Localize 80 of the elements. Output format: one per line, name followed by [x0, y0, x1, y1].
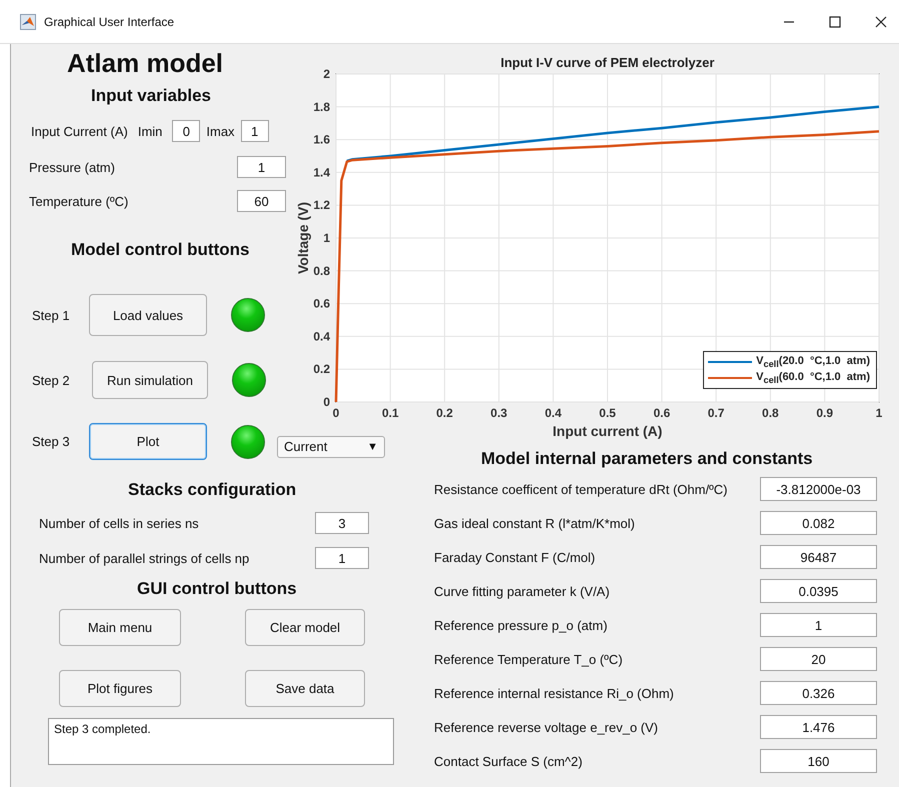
section-heading: Model internal parameters and constants: [481, 449, 813, 469]
close-icon[interactable]: [875, 16, 887, 28]
input-field[interactable]: 0.326: [760, 681, 877, 705]
x-tick-label: 0: [332, 406, 340, 420]
y-tick-label: 1.4: [313, 165, 330, 180]
x-axis-label: Input current (A): [552, 423, 662, 439]
y-tick-label: 1.6: [313, 132, 330, 147]
section-heading: Input variables: [91, 86, 211, 106]
step-button[interactable]: Run simulation: [92, 361, 208, 399]
field-label: Faraday Constant F (C/mol): [434, 550, 596, 564]
field-label: Temperature (ºC): [29, 194, 128, 208]
app-title: Atlam model: [67, 48, 224, 79]
x-tick-label: 0.1: [382, 406, 399, 420]
field-label: Imin: [138, 124, 162, 138]
window-title: Graphical User Interface: [44, 14, 176, 28]
step-label: Step 3: [31, 434, 71, 449]
step-label: Step 1: [31, 308, 71, 322]
x-tick-label: 0.3: [490, 406, 508, 420]
field-label: Imax: [206, 124, 235, 138]
control-button[interactable]: Clear model: [245, 609, 365, 646]
legend-label: V$_{cell}$(20.0 °C,1.0 atm): [756, 354, 870, 370]
field-label: Reference pressure p_o (atm): [434, 618, 608, 632]
y-tick-label: 0.4: [313, 329, 330, 344]
control-button[interactable]: Main menu: [59, 609, 181, 646]
maximize-icon[interactable]: [829, 16, 841, 28]
step-button[interactable]: Load values: [89, 294, 207, 336]
input-field[interactable]: 96487: [760, 545, 877, 569]
input-field[interactable]: 0.082: [760, 511, 877, 535]
input-field[interactable]: 0: [172, 120, 200, 142]
section-heading: GUI control buttons: [137, 579, 297, 599]
input-field[interactable]: 0.0395: [760, 579, 877, 603]
y-tick-label: 1: [323, 231, 330, 245]
y-tick-label: 0.2: [313, 362, 330, 376]
step-label: Step 2: [31, 372, 71, 388]
field-label: Reference reverse voltage e_rev_o (V): [434, 720, 658, 734]
field-label: Reference internal resistance Ri_o (Ohm): [434, 686, 674, 700]
app-icon: [20, 14, 36, 30]
input-field[interactable]: 1: [315, 547, 369, 569]
field-label: Input Current (A): [31, 124, 128, 138]
y-tick-label: 1.2: [313, 198, 330, 212]
x-tick-label: 0.8: [762, 406, 779, 420]
y-tick-label: 2: [323, 67, 330, 81]
y-tick-label: 0.6: [313, 296, 330, 311]
x-tick-label: 0.6: [653, 406, 670, 420]
y-tick-label: 0: [323, 395, 330, 409]
input-field[interactable]: 1: [760, 613, 877, 637]
input-field[interactable]: 3: [315, 512, 369, 534]
input-field[interactable]: 1: [237, 156, 286, 178]
field-label: Number of cells in series ns: [39, 516, 199, 530]
x-tick-label: 0.5: [599, 406, 616, 420]
input-field[interactable]: 20: [760, 647, 877, 671]
input-field[interactable]: 1.476: [760, 715, 877, 739]
status-log: Step 3 completed.: [48, 718, 394, 765]
input-field[interactable]: -3.812000e-03: [760, 477, 877, 501]
y-tick-label: 1.8: [313, 100, 330, 114]
section-heading: Model control buttons: [71, 240, 250, 260]
x-tick-label: 0.9: [816, 406, 834, 420]
x-tick-label: 1: [876, 406, 882, 420]
section-heading: Stacks configuration: [128, 480, 296, 500]
control-button[interactable]: Plot figures: [59, 670, 181, 707]
plot-dropdown[interactable]: Current ▼: [277, 436, 385, 458]
y-tick-label: 0.8: [313, 264, 330, 278]
input-field[interactable]: 160: [760, 749, 877, 773]
input-field[interactable]: 60: [237, 190, 286, 212]
field-label: Number of parallel strings of cells np: [39, 550, 250, 566]
x-tick-label: 0.4: [544, 406, 562, 420]
x-tick-label: 0.2: [436, 406, 453, 420]
input-field[interactable]: 1: [240, 120, 269, 142]
field-label: Contact Surface S (cm^2): [434, 754, 582, 768]
field-label: Reference Temperature T_o (ºC): [434, 652, 623, 666]
y-axis-label: Voltage (V): [295, 202, 311, 274]
field-label: Resistance coefficent of temperature dRt (Ohm/ºC): [434, 482, 728, 496]
step-button[interactable]: Plot: [89, 423, 207, 460]
control-button[interactable]: Save data: [245, 670, 365, 707]
field-label: Pressure (atm): [29, 160, 115, 174]
x-tick-label: 0.7: [708, 406, 724, 420]
legend-label: V$_{cell}$(60.0 °C,1.0 atm): [756, 370, 870, 386]
field-label: Gas ideal constant R (l*atm/K*mol): [434, 516, 635, 530]
field-label: Curve fitting parameter k (V/A): [434, 584, 610, 598]
chart-title: Input I-V curve of PEM electrolyzer: [500, 55, 714, 70]
